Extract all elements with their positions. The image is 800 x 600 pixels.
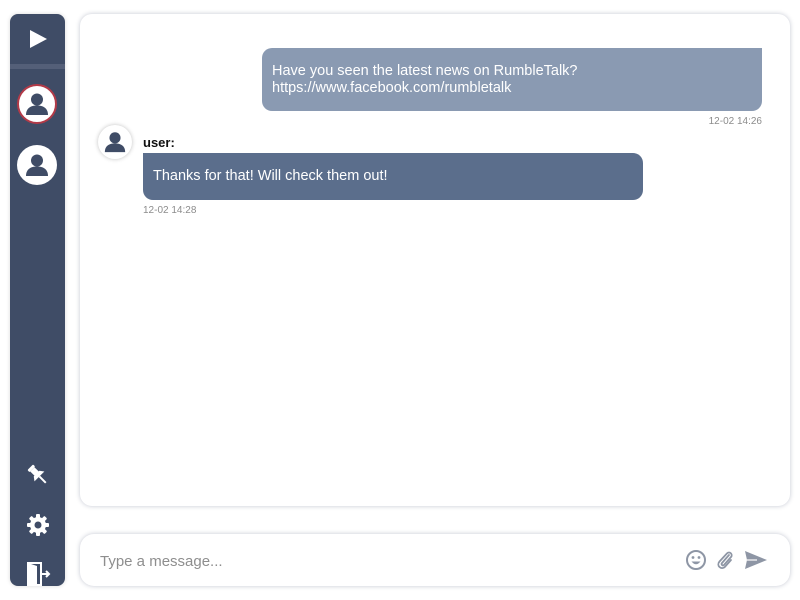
sidebar-user-avatar-active[interactable] (17, 84, 57, 124)
paperclip-icon (717, 551, 733, 569)
play-button[interactable] (10, 14, 65, 64)
outgoing-message-bubble: Have you seen the latest news on RumbleT… (262, 48, 762, 111)
send-button[interactable] (742, 548, 770, 572)
pin-button[interactable] (24, 461, 51, 488)
gear-icon (26, 513, 49, 536)
message-input[interactable] (98, 548, 662, 574)
attach-button[interactable] (713, 548, 737, 572)
message-timestamp: 12-02 14:28 (143, 205, 197, 216)
sidebar-user-avatar[interactable] (17, 145, 57, 185)
exit-button[interactable] (24, 560, 51, 587)
chat-panel: Have you seen the latest news on RumbleT… (80, 14, 790, 506)
emoji-button[interactable] (684, 548, 708, 572)
user-icon (26, 93, 48, 115)
sidebar-divider (10, 64, 65, 69)
send-icon (745, 551, 767, 569)
message-username[interactable]: user: (143, 135, 175, 150)
pin-icon (27, 464, 46, 483)
message-user-avatar[interactable] (98, 125, 132, 159)
exit-icon (26, 561, 50, 586)
message-composer (80, 534, 790, 586)
user-icon (104, 132, 126, 153)
user-icon (26, 154, 48, 176)
sidebar (10, 14, 65, 586)
incoming-message-bubble: Thanks for that! Will check them out! (143, 153, 643, 200)
smiley-icon (686, 550, 706, 570)
message-link[interactable]: https://www.facebook.com/rumbletalk (272, 80, 752, 97)
message-timestamp: 12-02 14:26 (708, 116, 762, 127)
play-icon (29, 30, 47, 48)
message-text-line: Have you seen the latest news on RumbleT… (272, 63, 578, 79)
settings-button[interactable] (24, 511, 51, 538)
